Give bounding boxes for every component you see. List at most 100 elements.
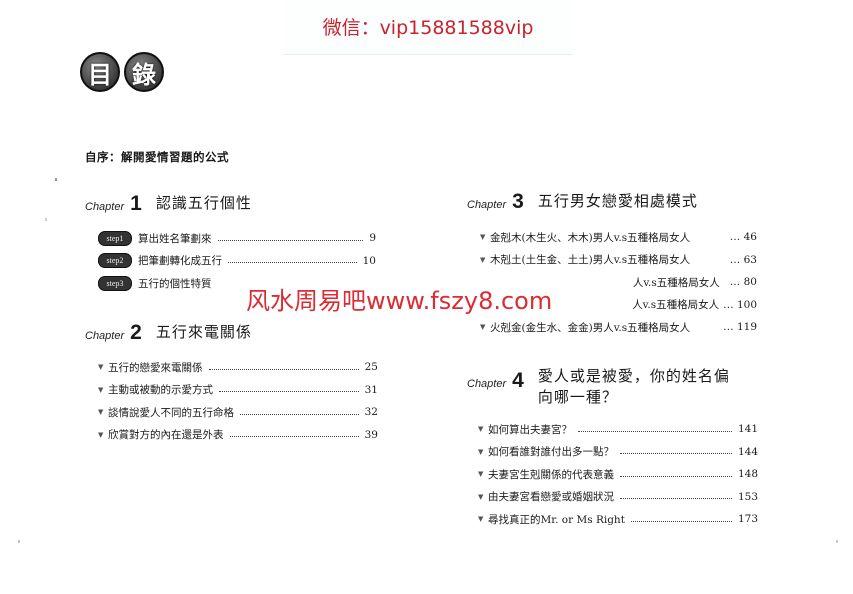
preface-heading[interactable]: 自序：解開愛情習題的公式 <box>85 149 229 165</box>
toc-entry[interactable]: ▼ 主動或被動的示愛方式 31 <box>98 379 378 402</box>
toc-entry[interactable]: ▼ 如何看誰對誰付出多一點？ 144 <box>478 441 758 464</box>
toc-entry[interactable]: step1 算出姓名筆劃來 9 <box>98 227 376 250</box>
entry-page: … 46 <box>729 231 757 244</box>
dot-leader <box>620 453 732 455</box>
toc-entry[interactable]: ▼ 夫妻宮生剋關係的代表意義 148 <box>478 463 758 486</box>
triangle-bullet-icon: ▼ <box>478 470 484 479</box>
toc-entry[interactable]: ▼ 由夫妻宮看戀愛或婚姻狀況 153 <box>478 486 758 509</box>
dot-leader <box>229 436 359 438</box>
entry-page: … 63 <box>729 253 757 266</box>
toc-entry[interactable]: ▼ 金剋木(木生火、木木)男人v.s五種格局女人 … 46 <box>480 226 757 249</box>
entry-title: 尋找真正的Mr. or Ms Right <box>488 513 625 526</box>
scan-speck <box>836 540 838 543</box>
toc-entry[interactable]: ▼ 欣賞對方的內在還是外表 39 <box>98 424 378 447</box>
website-watermark: 风水周易吧www.fszy8.com <box>246 281 553 316</box>
entry-page: … 80 <box>729 276 757 289</box>
step-badge-icon: step1 <box>98 230 132 246</box>
chapter-4-heading[interactable]: Chapter 4 愛人或是被愛，你的姓名偏 向哪一種？ <box>467 366 730 408</box>
entry-title: 木剋土(土生金、土土)男人v.s五種格局女人 <box>490 254 691 267</box>
entry-title: 主動或被動的示愛方式 <box>108 384 213 397</box>
dot-leader <box>219 391 359 393</box>
chapter-title: 五行來電關係 <box>155 323 252 341</box>
step-badge-icon: step2 <box>98 253 132 269</box>
entry-page: 25 <box>364 361 378 374</box>
chapter-3-heading[interactable]: Chapter 3 五行男女戀愛相處模式 <box>467 190 698 214</box>
wechat-contact-text: 微信：vip15881588vip <box>322 17 534 39</box>
triangle-bullet-icon: ▼ <box>478 515 484 524</box>
entry-page: 148 <box>737 468 758 481</box>
dot-leader <box>578 430 732 432</box>
chapter-title: 五行男女戀愛相處模式 <box>537 192 698 210</box>
chapter-label: Chapter <box>467 378 507 390</box>
entry-page: 39 <box>364 428 378 441</box>
entry-page: 141 <box>737 423 758 436</box>
entry-title: 把筆劃轉化成五行 <box>138 255 222 268</box>
dot-leader <box>208 368 359 370</box>
triangle-bullet-icon: ▼ <box>480 233 486 242</box>
dot-leader <box>228 262 357 264</box>
entry-page: 153 <box>737 490 758 503</box>
chapter-title-line: 向哪一種？ <box>537 388 618 406</box>
dot-leader <box>630 520 732 522</box>
triangle-bullet-icon: ▼ <box>480 255 486 264</box>
entry-title: 談情說愛人不同的五行命格 <box>108 406 234 419</box>
dot-leader <box>240 413 359 415</box>
entry-title: 如何算出夫妻宮？ <box>488 423 572 436</box>
entry-title: 算出姓名筆劃來 <box>138 232 212 245</box>
dot-leader <box>217 239 364 241</box>
triangle-bullet-icon: ▼ <box>478 425 484 434</box>
chapter-label: Chapter <box>85 201 125 213</box>
entry-title: 欣賞對方的內在還是外表 <box>108 429 224 442</box>
toc-entry[interactable]: ▼ 五行的戀愛來電關係 25 <box>98 356 378 379</box>
entry-title: 人v.s五種格局女人 <box>632 299 720 312</box>
scan-speck <box>45 218 47 221</box>
triangle-bullet-icon: ▼ <box>478 492 484 501</box>
scan-speck <box>55 178 57 181</box>
chapter-title: 愛人或是被愛，你的姓名偏 向哪一種？ <box>538 366 730 408</box>
chapter-number: 4 <box>512 369 524 392</box>
entry-page: 144 <box>737 445 758 458</box>
triangle-bullet-icon: ▼ <box>98 408 104 417</box>
toc-entry[interactable]: step2 把筆劃轉化成五行 10 <box>98 250 376 273</box>
chapter-label: Chapter <box>85 330 125 342</box>
wechat-banner: 微信：vip15881588vip <box>283 0 573 55</box>
entry-title: 金剋木(木生火、木木)男人v.s五種格局女人 <box>490 231 691 244</box>
entry-page: … 100 <box>723 298 757 311</box>
toc-entry[interactable]: ▼ 如何算出夫妻宮？ 141 <box>478 418 758 441</box>
triangle-bullet-icon: ▼ <box>98 430 104 439</box>
entry-title: 夫妻宮生剋關係的代表意義 <box>488 468 614 481</box>
triangle-bullet-icon: ▼ <box>478 447 484 456</box>
step-badge-icon: step3 <box>98 275 132 291</box>
chapter-1-heading[interactable]: Chapter 1 認識五行個性 <box>85 192 252 216</box>
chapter-2-entries: ▼ 五行的戀愛來電關係 25 ▼ 主動或被動的示愛方式 31 ▼ 談情說愛人不同… <box>98 356 378 446</box>
entry-title: 火剋金(金生水、金金)男人v.s五種格局女人 <box>490 321 691 334</box>
entry-page: 32 <box>364 406 378 419</box>
logo-char-lu: 錄 <box>124 52 164 92</box>
entry-title: 五行的戀愛來電關係 <box>108 361 203 374</box>
toc-entry[interactable]: ▼ 談情說愛人不同的五行命格 32 <box>98 401 378 424</box>
triangle-bullet-icon: ▼ <box>98 385 104 394</box>
entry-page: 31 <box>364 383 378 396</box>
contents-logo: 目 錄 <box>80 52 164 92</box>
entry-title: 如何看誰對誰付出多一點？ <box>488 446 614 459</box>
entry-page: 10 <box>362 254 376 267</box>
entry-page: 9 <box>369 232 376 245</box>
entry-page: … 119 <box>723 321 757 334</box>
entry-title: 由夫妻宮看戀愛或婚姻狀況 <box>488 491 614 504</box>
entry-title: 人v.s五種格局女人 <box>632 276 720 289</box>
chapter-label: Chapter <box>467 199 507 211</box>
chapter-title-line: 愛人或是被愛，你的姓名偏 <box>537 367 730 385</box>
chapter-title: 認識五行個性 <box>155 194 252 212</box>
chapter-number: 3 <box>512 190 524 213</box>
chapter-2-heading[interactable]: Chapter 2 五行來電關係 <box>85 321 252 345</box>
toc-entry[interactable]: ▼ 尋找真正的Mr. or Ms Right 173 <box>478 508 758 531</box>
toc-entry[interactable]: ▼ 火剋金(金生水、金金)男人v.s五種格局女人 … 119 <box>480 316 757 339</box>
chapter-4-entries: ▼ 如何算出夫妻宮？ 141 ▼ 如何看誰對誰付出多一點？ 144 ▼ 夫妻宮生… <box>478 418 758 531</box>
chapter-number: 2 <box>130 321 142 344</box>
toc-entry[interactable]: ▼ 木剋土(土生金、土土)男人v.s五種格局女人 … 63 <box>480 249 757 272</box>
dot-leader <box>620 498 732 500</box>
scan-speck <box>18 540 20 543</box>
triangle-bullet-icon: ▼ <box>480 323 486 332</box>
entry-title: 五行的個性特質 <box>138 277 212 290</box>
dot-leader <box>620 475 732 477</box>
